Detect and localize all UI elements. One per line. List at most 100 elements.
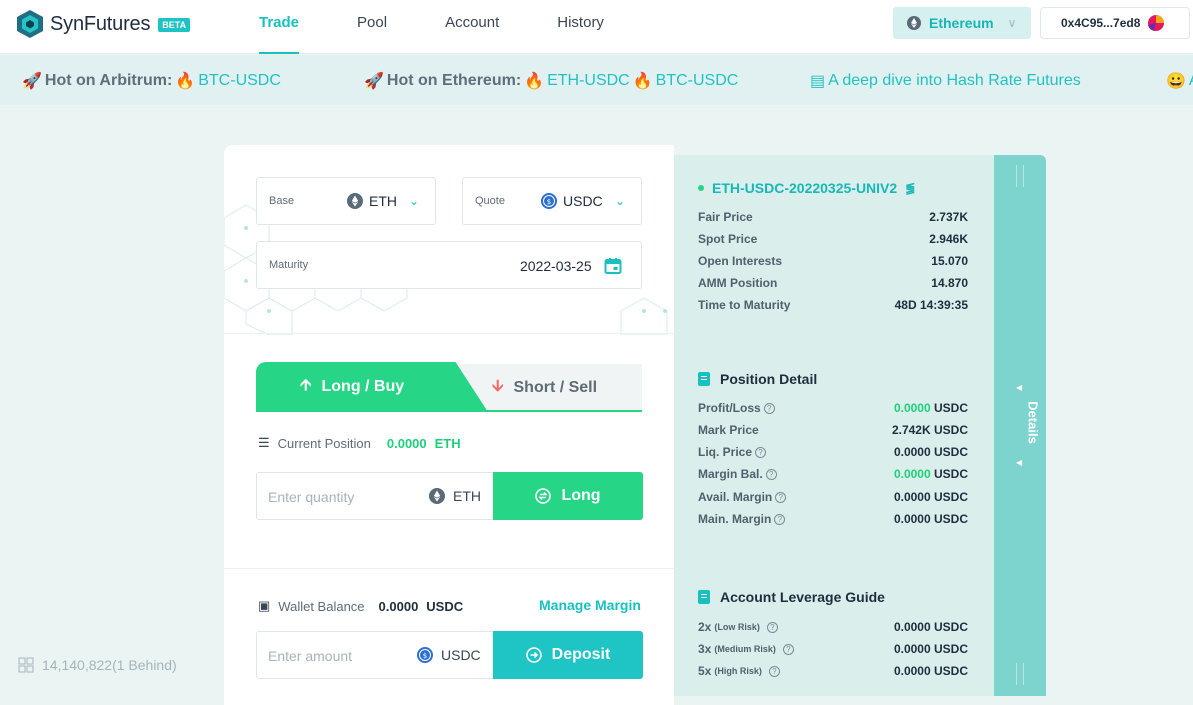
chevron-down-icon: ⌄ bbox=[409, 194, 420, 208]
base-value: ETH bbox=[369, 193, 397, 209]
nav-account[interactable]: Account bbox=[445, 0, 499, 54]
leverage-row: 5x (High Risk)? 0.0000 USDC bbox=[698, 664, 968, 678]
nav-trade[interactable]: Trade bbox=[259, 0, 300, 54]
block-status: 14,140,822(1 Behind) bbox=[18, 657, 177, 673]
top-bar: SynFutures BETA Trade Pool Account Histo… bbox=[0, 0, 1193, 54]
blocks-icon bbox=[18, 657, 34, 673]
quote-label: Quote bbox=[475, 195, 505, 207]
share-icon[interactable]: ⪓ bbox=[905, 181, 915, 195]
position-row: Main. Margin? 0.0000 USDC bbox=[698, 512, 968, 526]
stat-row: AMM Position 14.870 bbox=[698, 276, 968, 290]
details-toggle[interactable]: ◀ Details ◀ bbox=[994, 155, 1046, 696]
calendar-icon[interactable] bbox=[604, 257, 622, 275]
position-row: Mark Price 2.742K USDC bbox=[698, 423, 968, 437]
quote-value: USDC bbox=[563, 193, 603, 209]
ticker-item[interactable]: 🚀 Hot on Ethereum: 🔥 ETH-USDC 🔥 BTC-USDC bbox=[364, 71, 738, 91]
help-icon[interactable]: ? bbox=[763, 402, 775, 414]
logo[interactable]: SynFutures BETA bbox=[16, 9, 191, 39]
divider bbox=[224, 568, 674, 569]
main-nav: Trade Pool Account History bbox=[259, 0, 662, 54]
chevron-down-icon: ⌄ bbox=[615, 194, 626, 208]
wallet-address-button[interactable]: 0x4C95...7ed8 bbox=[1040, 7, 1190, 39]
ticker-item[interactable]: 🚀 Hot on Arbitrum: 🔥 BTC-USDC bbox=[22, 71, 281, 91]
wallet-label: Wallet Balance bbox=[278, 598, 365, 614]
avatar bbox=[1148, 15, 1165, 31]
nav-history[interactable]: History bbox=[557, 0, 604, 54]
network-selector[interactable]: Ethereum ∨ bbox=[893, 7, 1031, 39]
rocket-icon: 🚀 bbox=[364, 73, 384, 90]
fire-icon: 🔥 bbox=[175, 73, 196, 90]
pair-name: ETH-USDC-20220325-UNIV2 ⪓ bbox=[698, 180, 915, 196]
leverage-row: 2x (Low Risk)? 0.0000 USDC bbox=[698, 620, 968, 634]
stat-row: Time to Maturity 48D 14:39:35 bbox=[698, 298, 968, 312]
smile-icon: 😀 bbox=[1166, 73, 1186, 90]
current-position: ☰ Current Position 0.0000 ETH bbox=[258, 435, 461, 451]
news-ticker: 🚀 Hot on Arbitrum: 🔥 BTC-USDC 🚀 Hot on E… bbox=[0, 55, 1193, 105]
deposit-button[interactable]: Deposit bbox=[493, 631, 643, 679]
current-position-unit: ETH bbox=[434, 435, 461, 451]
nav-pool[interactable]: Pool bbox=[357, 0, 387, 54]
help-icon[interactable]: ? bbox=[774, 513, 786, 525]
brand-name: SynFutures bbox=[50, 12, 151, 35]
help-icon[interactable]: ? bbox=[766, 621, 778, 633]
arrow-down-icon: 🡫 bbox=[492, 377, 504, 395]
current-position-label: Current Position bbox=[277, 435, 371, 451]
long-button[interactable]: Long bbox=[493, 472, 643, 520]
svg-text:$: $ bbox=[423, 652, 427, 660]
leverage-guide-title: Account Leverage Guide bbox=[698, 589, 885, 605]
document-icon: ▤ bbox=[810, 73, 826, 90]
position-row: Avail. Margin? 0.0000 USDC bbox=[698, 490, 968, 504]
tab-underline bbox=[256, 410, 642, 412]
help-icon[interactable]: ? bbox=[775, 491, 787, 503]
divider bbox=[224, 333, 674, 334]
base-select[interactable]: Base ETH ⌄ bbox=[256, 177, 436, 225]
block-number: 14,140,822(1 Behind) bbox=[42, 657, 177, 673]
trade-panel: Base ETH ⌄ Quote $ USDC ⌄ Maturity 2022-… bbox=[224, 145, 674, 705]
ethereum-icon bbox=[429, 488, 445, 504]
leverage-row: 3x (Medium Risk)? 0.0000 USDC bbox=[698, 642, 968, 656]
chevron-down-icon: ∨ bbox=[1007, 16, 1017, 30]
tab-long-buy[interactable]: 🡩 Long / Buy bbox=[256, 362, 488, 412]
beta-badge: BETA bbox=[158, 18, 191, 32]
side-tabs: 🡫 Short / Sell 🡩 Long / Buy bbox=[256, 362, 642, 412]
details-label: Details bbox=[1025, 401, 1041, 444]
stat-row: Fair Price 2.737K bbox=[698, 210, 968, 224]
position-detail-title: Position Detail bbox=[698, 371, 817, 387]
grip-handle-icon bbox=[1016, 165, 1024, 187]
maturity-picker[interactable]: Maturity 2022-03-25 bbox=[256, 241, 642, 289]
fire-icon: 🔥 bbox=[524, 73, 545, 90]
base-label: Base bbox=[269, 195, 295, 207]
tab-short-sell[interactable]: 🡫 Short / Sell bbox=[456, 364, 642, 412]
help-icon[interactable]: ? bbox=[768, 665, 780, 677]
document-icon bbox=[698, 590, 710, 604]
stat-row: Open Interests 15.070 bbox=[698, 254, 968, 268]
help-icon[interactable]: ? bbox=[782, 643, 794, 655]
ethereum-icon bbox=[347, 193, 363, 209]
synfutures-logo-icon bbox=[17, 10, 43, 38]
help-icon[interactable]: ? bbox=[755, 446, 767, 458]
wallet-icon: ▣ bbox=[258, 598, 271, 613]
ticker-item[interactable]: ▤ A deep dive into Hash Rate Futures bbox=[810, 71, 1081, 91]
quote-select[interactable]: Quote $ USDC ⌄ bbox=[462, 177, 642, 225]
grip-handle-icon bbox=[1016, 663, 1024, 685]
position-row: Margin Bal.? 0.0000 USDC bbox=[698, 467, 968, 481]
caret-down-icon: ◀ bbox=[1016, 458, 1023, 467]
wallet-address: 0x4C95...7ed8 bbox=[1061, 16, 1141, 30]
manage-margin-link[interactable]: Manage Margin bbox=[539, 597, 641, 613]
quantity-input[interactable]: Enter quantity ETH Long bbox=[256, 472, 643, 520]
position-row: Liq. Price? 0.0000 USDC bbox=[698, 445, 968, 459]
status-dot bbox=[698, 185, 704, 191]
rocket-icon: 🚀 bbox=[22, 73, 42, 90]
wallet-value: 0.0000 bbox=[378, 598, 419, 614]
deposit-icon bbox=[525, 647, 542, 663]
amount-input[interactable]: Enter amount $ USDC Deposit bbox=[256, 631, 643, 679]
arrow-up-icon: 🡩 bbox=[300, 376, 312, 394]
ticker-item[interactable]: 😀 A bbox=[1166, 71, 1193, 91]
maturity-value: 2022-03-25 bbox=[520, 258, 592, 274]
fire-icon: 🔥 bbox=[632, 73, 653, 90]
maturity-label: Maturity bbox=[269, 259, 309, 271]
document-icon bbox=[698, 372, 710, 386]
market-info-panel: ETH-USDC-20220325-UNIV2 ⪓ Fair Price 2.73… bbox=[674, 155, 994, 696]
help-icon[interactable]: ? bbox=[765, 468, 777, 480]
svg-text:$: $ bbox=[547, 198, 551, 206]
